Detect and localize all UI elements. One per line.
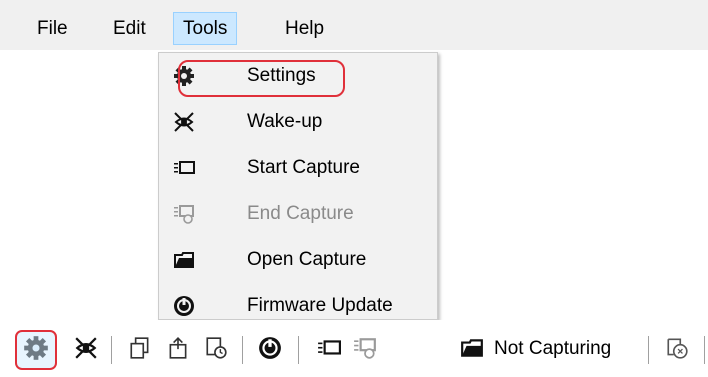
copy-in-icon [169, 337, 187, 359]
menu-item-label: Open Capture [247, 249, 367, 270]
menu-item-open-capture[interactable]: Open Capture [159, 237, 437, 283]
toolbar-copy-out-button[interactable] [128, 336, 154, 362]
menu-item-end-capture[interactable]: End Capture [159, 191, 437, 237]
firmware-update-icon [173, 295, 195, 317]
menu-help[interactable]: Help [276, 13, 333, 45]
toolbar-firmware-update-button[interactable] [258, 336, 284, 362]
toolbar-separator [111, 336, 112, 364]
toolbar-separator [648, 336, 649, 364]
toolbar-capture-status-button[interactable] [665, 336, 691, 362]
wake-up-icon [75, 337, 97, 359]
capture-status-text: Not Capturing [494, 338, 612, 359]
firmware-update-icon [259, 337, 281, 359]
toolbar-open-capture-button[interactable] [460, 336, 486, 362]
menu-item-label: Wake-up [247, 111, 323, 132]
menu-bar: File Edit Tools Help [0, 0, 708, 50]
toolbar-start-capture-button[interactable] [317, 336, 343, 362]
toolbar-separator [242, 336, 243, 364]
toolbar-settings-highlight-annotation [15, 330, 57, 370]
toolbar-end-capture-button[interactable] [353, 336, 379, 362]
menu-tools[interactable]: Tools [173, 12, 238, 45]
end-capture-icon [354, 338, 376, 359]
menu-file[interactable]: File [28, 13, 77, 45]
capture-status-icon [667, 338, 688, 359]
copy-out-icon [130, 337, 149, 359]
menu-edit[interactable]: Edit [104, 13, 155, 45]
settings-highlight-annotation [178, 60, 345, 97]
toolbar: Not Capturing [0, 320, 708, 377]
menu-item-label: End Capture [247, 203, 354, 224]
menu-item-start-capture[interactable]: Start Capture [159, 145, 437, 191]
toolbar-separator [298, 336, 299, 364]
toolbar-wake-up-button[interactable] [74, 336, 100, 362]
schedule-icon [206, 337, 227, 359]
menu-item-label: Start Capture [247, 157, 360, 178]
start-capture-icon [318, 340, 341, 355]
toolbar-schedule-button[interactable] [204, 336, 230, 362]
toolbar-copy-in-button[interactable] [166, 336, 192, 362]
toolbar-separator [704, 336, 705, 364]
wake-up-icon [173, 111, 195, 133]
open-capture-icon [173, 249, 195, 271]
menu-item-wake-up[interactable]: Wake-up [159, 99, 437, 145]
start-capture-icon [173, 157, 195, 179]
open-capture-icon [461, 339, 483, 357]
end-capture-icon [173, 203, 195, 225]
